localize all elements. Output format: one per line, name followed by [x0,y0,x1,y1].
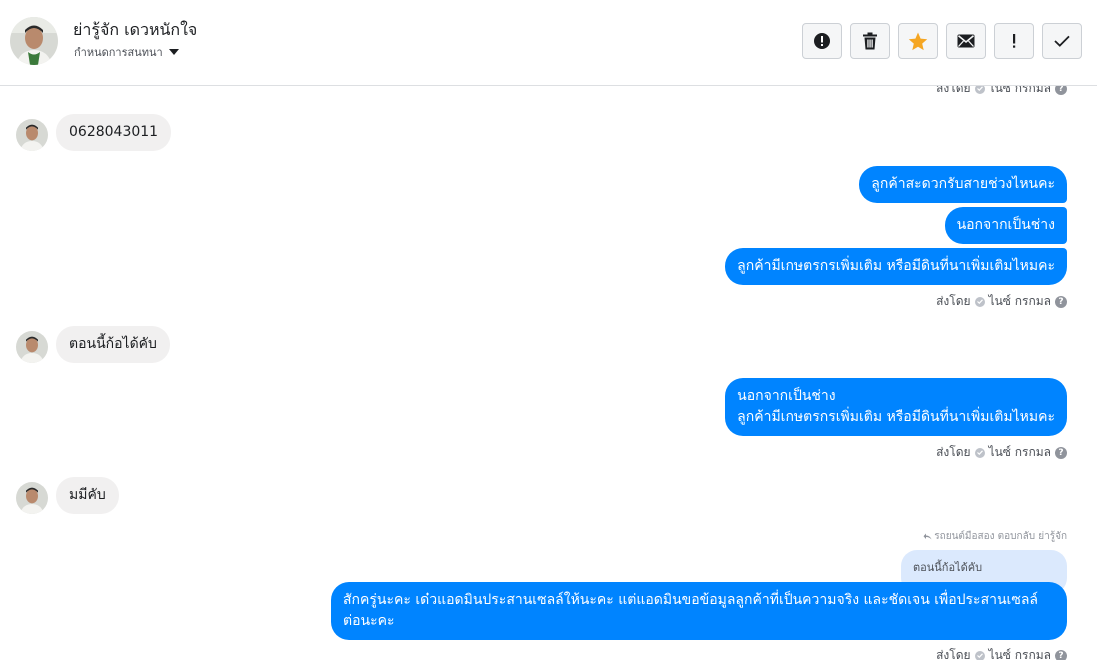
sent-by-label: ส่งโดย [936,294,971,308]
exclamation-icon [1013,34,1016,48]
checkmark-icon [1054,35,1070,47]
seen-indicator: ส่งโดย ไนซ์ กรกมล ? [936,443,1067,462]
message-thread[interactable]: ส่งโดย ไนซ์ กรกมล ? 0628043011 ลูกค้าสะด… [0,86,1097,660]
contact-name: ย่ารู้จัก เดวหนักใจ [73,20,198,39]
sender-name: ไนซ์ กรกมล [988,445,1051,459]
star-icon [908,32,928,50]
outgoing-message[interactable]: ลูกค้าสะดวกรับสายช่วงไหนคะ [859,166,1067,203]
seen-indicator: ส่งโดย ไนซ์ กรกมล ? [936,292,1067,311]
reply-meta-text: รถยนต์มือสอง ตอบกลับ ย่ารู้จัก [934,531,1067,542]
contact-avatar-small[interactable] [16,482,48,514]
reply-indicator: รถยนต์มือสอง ตอบกลับ ย่ารู้จัก [923,529,1067,544]
sent-by-label: ส่งโดย [936,445,971,459]
seen-indicator: ส่งโดย ไนซ์ กรกมล ? [936,646,1067,660]
conversation-header: ย่ารู้จัก เดวหนักใจ กำหนดการสนทนา [0,0,1097,86]
contact-avatar-small[interactable] [16,119,48,151]
outgoing-message[interactable]: ลูกค้ามีเกษตรกรเพิ่มเติม หรือมีดินที่นาเ… [725,248,1067,285]
star-button[interactable] [898,23,938,59]
delete-button[interactable] [850,23,890,59]
mark-done-button[interactable] [1042,23,1082,59]
seen-indicator: ส่งโดย ไนซ์ กรกมล ? [936,86,1067,98]
follow-up-button[interactable] [994,23,1034,59]
message-line: นอกจากเป็นช่าง [737,388,836,404]
report-icon [814,33,830,49]
message-line: ลูกค้ามีเกษตรกรเพิ่มเติม หรือมีดินที่นาเ… [737,409,1055,425]
check-circle-icon [974,447,985,458]
report-button[interactable] [802,23,842,59]
sender-name: ไนซ์ กรกมล [988,648,1051,660]
check-circle-icon [974,650,985,660]
conversation-settings-dropdown[interactable]: กำหนดการสนทนา [74,43,179,61]
check-circle-icon [974,86,985,94]
reply-arrow-icon [923,533,932,540]
caret-down-icon [168,49,179,55]
envelope-icon [957,34,975,48]
outgoing-message[interactable]: นอกจากเป็นช่าง [944,207,1067,244]
help-icon[interactable]: ? [1055,86,1067,95]
incoming-message[interactable]: ตอนนี้ก้อได้คับ [56,326,170,363]
check-circle-icon [974,296,985,307]
contact-avatar[interactable] [10,17,58,65]
incoming-message[interactable]: มมีคับ [56,477,119,514]
contact-avatar-small[interactable] [16,331,48,363]
help-icon[interactable]: ? [1055,295,1067,308]
incoming-message[interactable]: 0628043011 [56,114,172,151]
help-icon[interactable]: ? [1055,446,1067,459]
outgoing-message[interactable]: นอกจากเป็นช่าง ลูกค้ามีเกษตรกรเพิ่มเติม … [725,378,1067,436]
header-toolbar [802,23,1082,59]
trash-icon [863,32,877,50]
mark-unread-button[interactable] [946,23,986,59]
help-icon[interactable]: ? [1055,649,1067,660]
outgoing-message[interactable]: สักครู่นะคะ เด๋วแอดมินประสานเซลล์ให้นะคะ… [331,582,1067,640]
sent-by-label: ส่งโดย [936,86,971,95]
sender-name: ไนซ์ กรกมล [988,294,1051,308]
conversation-settings-label: กำหนดการสนทนา [74,46,163,59]
sender-name: ไนซ์ กรกมล [988,86,1051,95]
sent-by-label: ส่งโดย [936,648,971,660]
